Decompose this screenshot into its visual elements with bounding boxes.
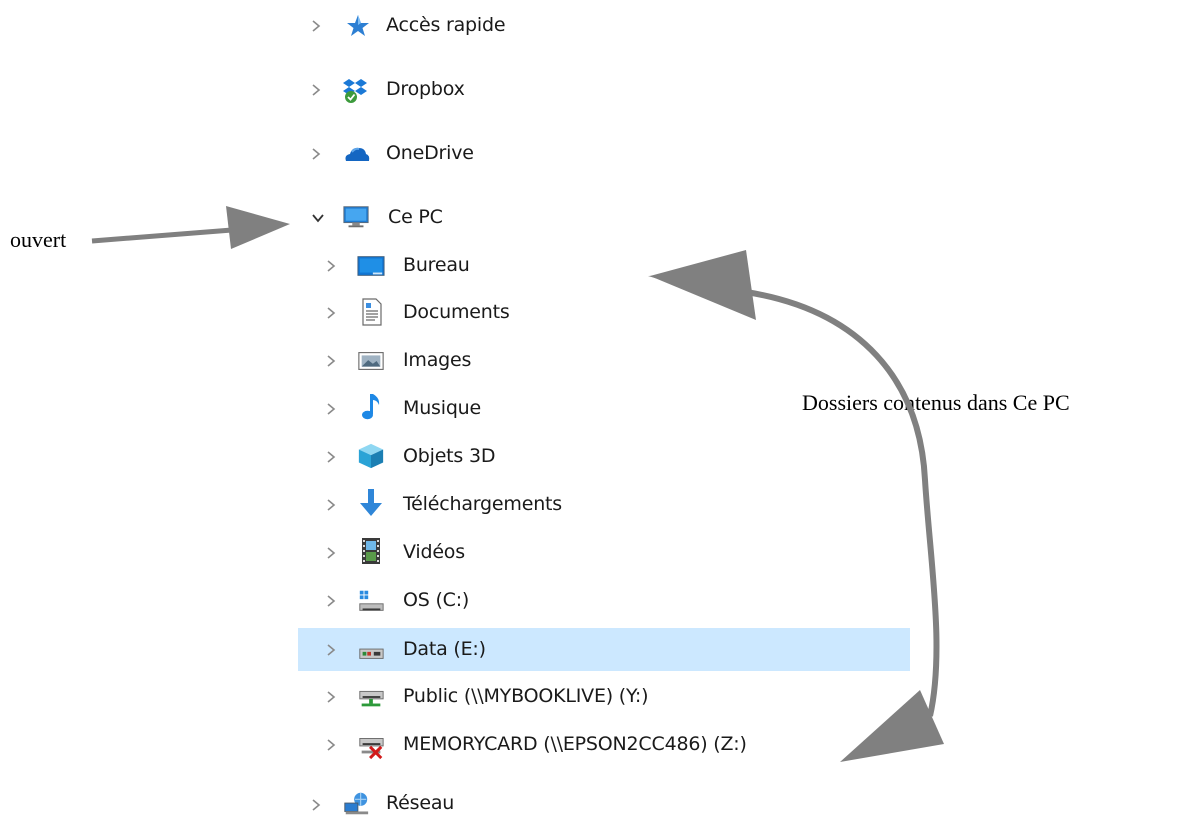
nav-item-reseau[interactable]: Réseau xyxy=(300,787,560,821)
chevron-right-icon[interactable] xyxy=(308,82,324,98)
chevron-right-icon[interactable] xyxy=(323,353,339,369)
nav-item-bureau[interactable]: Bureau xyxy=(315,246,595,286)
star-pin-icon xyxy=(344,12,372,40)
nav-item-label: Documents xyxy=(403,301,510,323)
nav-item-label: OneDrive xyxy=(386,142,474,164)
chevron-right-icon[interactable] xyxy=(323,689,339,705)
network-drive-icon xyxy=(357,683,385,711)
nav-item-telechargements[interactable]: Téléchargements xyxy=(315,485,615,525)
nav-item-dropbox[interactable]: Dropbox xyxy=(300,70,560,110)
nav-item-videos[interactable]: Vidéos xyxy=(315,533,595,573)
cube-3d-icon xyxy=(357,442,385,470)
nav-item-label: Images xyxy=(403,349,472,371)
nav-item-label: Accès rapide xyxy=(386,14,506,36)
nav-item-label: OS (C:) xyxy=(403,589,470,611)
chevron-right-icon[interactable] xyxy=(323,737,339,753)
desktop-folder-icon xyxy=(357,252,385,280)
cloud-icon xyxy=(343,140,371,168)
film-strip-icon xyxy=(357,537,385,565)
nav-item-onedrive[interactable]: OneDrive xyxy=(300,134,560,174)
chevron-right-icon[interactable] xyxy=(323,593,339,609)
nav-item-documents[interactable]: Documents xyxy=(315,293,595,333)
nav-item-label: Objets 3D xyxy=(403,445,496,467)
documents-folder-icon xyxy=(357,298,385,326)
nav-item-label: Dropbox xyxy=(386,78,465,100)
annotation-folders-in-pc: Dossiers contenus dans Ce PC xyxy=(802,390,1070,415)
nav-item-label: Vidéos xyxy=(403,541,465,563)
windows-drive-icon xyxy=(357,587,385,615)
chevron-right-icon[interactable] xyxy=(323,258,339,274)
annotation-opened: ouvert xyxy=(10,227,67,252)
dropbox-icon xyxy=(342,76,370,104)
local-drive-icon xyxy=(357,636,385,664)
computer-monitor-icon xyxy=(342,203,370,231)
nav-item-public-y[interactable]: Public (\\MYBOOKLIVE) (Y:) xyxy=(315,677,735,717)
download-arrow-icon xyxy=(357,489,385,517)
chevron-right-icon[interactable] xyxy=(323,642,339,658)
nav-item-objets-3d[interactable]: Objets 3D xyxy=(315,437,595,477)
nav-item-musique[interactable]: Musique xyxy=(315,389,595,429)
nav-item-quick-access[interactable]: Accès rapide xyxy=(300,6,560,46)
chevron-right-icon[interactable] xyxy=(308,146,324,162)
nav-item-label: Data (E:) xyxy=(403,638,486,660)
chevron-right-icon[interactable] xyxy=(323,449,339,465)
chevron-right-icon[interactable] xyxy=(323,545,339,561)
nav-item-label: Musique xyxy=(403,397,482,419)
network-icon xyxy=(342,790,370,818)
nav-item-label: Bureau xyxy=(403,254,470,276)
chevron-down-icon[interactable] xyxy=(310,210,326,226)
nav-item-label: Public (\\MYBOOKLIVE) (Y:) xyxy=(403,685,649,707)
nav-item-data-e[interactable]: Data (E:) xyxy=(298,628,910,671)
chevron-right-icon[interactable] xyxy=(308,18,324,34)
pictures-folder-icon xyxy=(357,347,385,375)
nav-item-label: MEMORYCARD (\\EPSON2CC486) (Z:) xyxy=(403,733,747,755)
nav-item-os-c[interactable]: OS (C:) xyxy=(315,581,595,621)
nav-item-images[interactable]: Images xyxy=(315,341,595,381)
disconnected-network-drive-icon xyxy=(357,731,385,760)
chevron-right-icon[interactable] xyxy=(323,305,339,321)
nav-item-memorycard-z[interactable]: MEMORYCARD (\\EPSON2CC486) (Z:) xyxy=(315,725,815,765)
chevron-right-icon[interactable] xyxy=(308,797,324,813)
nav-item-label: Ce PC xyxy=(388,206,443,228)
music-note-icon xyxy=(357,393,385,421)
nav-item-label: Réseau xyxy=(386,792,455,814)
chevron-right-icon[interactable] xyxy=(323,401,339,417)
nav-item-this-pc[interactable]: Ce PC xyxy=(300,198,560,238)
chevron-right-icon[interactable] xyxy=(323,497,339,513)
nav-item-label: Téléchargements xyxy=(403,493,562,515)
